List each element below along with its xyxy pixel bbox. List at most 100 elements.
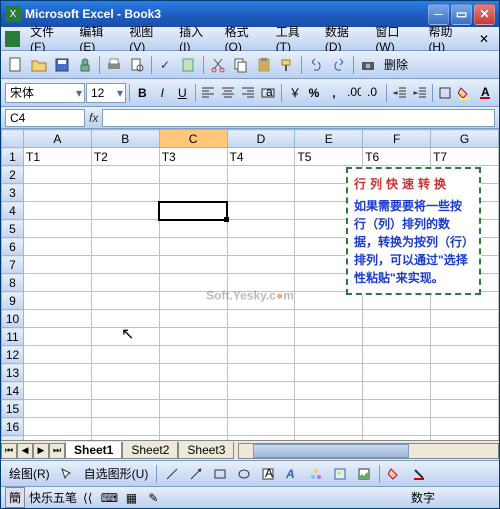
cell[interactable] [227,256,295,274]
tab-last-icon[interactable]: ⏭ [49,443,65,459]
cell[interactable] [24,436,92,441]
cell[interactable] [295,346,363,364]
decrease-decimal-icon[interactable]: .0 [364,82,383,104]
font-name-select[interactable]: 宋体 [5,83,85,103]
ime-tool3-icon[interactable]: ✎ [142,487,164,509]
name-box[interactable]: C4 [5,109,85,127]
row-header[interactable]: 12 [2,346,24,364]
cell[interactable] [227,238,295,256]
col-header-A[interactable]: A [24,130,92,148]
cell[interactable] [159,256,227,274]
fill-color-icon[interactable] [456,82,475,104]
cell[interactable] [227,418,295,436]
decrease-indent-icon[interactable] [390,82,409,104]
cell[interactable] [91,184,159,202]
cell[interactable] [24,220,92,238]
tab-first-icon[interactable]: ⏮ [1,443,17,459]
cell[interactable] [91,256,159,274]
camera-icon[interactable] [357,54,379,76]
close-button[interactable]: ✕ [474,4,495,25]
cell[interactable] [91,382,159,400]
col-header-B[interactable]: B [91,130,159,148]
cell[interactable] [91,436,159,441]
cell[interactable] [91,220,159,238]
insert-picture-icon[interactable] [353,463,375,485]
row-header[interactable]: 5 [2,220,24,238]
percent-icon[interactable]: % [304,82,323,104]
line-color-icon[interactable] [408,463,430,485]
cell[interactable] [431,418,499,436]
cell[interactable] [91,166,159,184]
textbox-icon[interactable]: A [257,463,279,485]
col-header-D[interactable]: D [227,130,295,148]
cell[interactable] [91,202,159,220]
cell[interactable] [227,400,295,418]
fx-icon[interactable]: fx [89,111,98,125]
new-icon[interactable] [5,54,27,76]
cell[interactable] [159,364,227,382]
cell[interactable] [24,184,92,202]
cell[interactable]: T4 [227,148,295,166]
cell[interactable] [24,292,92,310]
arrow-icon[interactable] [185,463,207,485]
increase-indent-icon[interactable] [410,82,429,104]
cell[interactable] [91,274,159,292]
drawing-menu[interactable]: 绘图(R) [5,465,54,482]
row-header[interactable]: 4 [2,202,24,220]
borders-icon[interactable] [436,82,455,104]
comma-icon[interactable]: , [324,82,343,104]
cell[interactable] [159,238,227,256]
cell[interactable]: T3 [159,148,227,166]
cell[interactable]: T2 [91,148,159,166]
cell[interactable] [159,400,227,418]
spelling-icon[interactable]: ✓ [155,54,177,76]
cell[interactable] [227,436,295,441]
cell[interactable] [295,382,363,400]
cell[interactable] [363,310,431,328]
cell[interactable] [363,436,431,441]
mdi-close-icon[interactable]: ✕ [473,30,495,48]
col-header-C[interactable]: C [159,130,227,148]
cell[interactable]: T6 [363,148,431,166]
cell[interactable] [159,274,227,292]
print-icon[interactable] [103,54,125,76]
cell[interactable] [227,310,295,328]
cell[interactable] [227,220,295,238]
cell[interactable]: T5 [295,148,363,166]
cell[interactable] [227,346,295,364]
row-header[interactable]: 2 [2,166,24,184]
cell[interactable] [24,256,92,274]
cell[interactable] [24,418,92,436]
autoshapes-menu[interactable]: 自选图形(U) [80,465,153,482]
cell[interactable] [431,382,499,400]
cell[interactable] [295,310,363,328]
cell[interactable] [227,292,295,310]
cell[interactable] [91,310,159,328]
save-icon[interactable] [51,54,73,76]
cell[interactable] [363,382,431,400]
cell[interactable]: T7 [431,148,499,166]
sheet-tab-2[interactable]: Sheet2 [122,442,178,459]
row-header[interactable]: 17 [2,436,24,441]
row-header[interactable]: 16 [2,418,24,436]
open-icon[interactable] [28,54,50,76]
cell[interactable] [363,418,431,436]
cell[interactable] [159,328,227,346]
ime-tool2-icon[interactable]: ▦ [120,487,142,509]
align-left-icon[interactable] [199,82,218,104]
cell[interactable] [24,166,92,184]
ime-indicator[interactable]: 簡 [5,487,25,508]
active-cell[interactable] [159,202,227,220]
cell[interactable] [91,238,159,256]
cell[interactable] [227,328,295,346]
align-right-icon[interactable] [239,82,258,104]
cell[interactable] [24,328,92,346]
cell[interactable] [24,238,92,256]
cell[interactable] [295,364,363,382]
cell[interactable] [91,346,159,364]
cell[interactable] [159,292,227,310]
formula-input[interactable] [102,109,495,127]
row-header[interactable]: 7 [2,256,24,274]
line-icon[interactable] [161,463,183,485]
cell[interactable] [24,310,92,328]
